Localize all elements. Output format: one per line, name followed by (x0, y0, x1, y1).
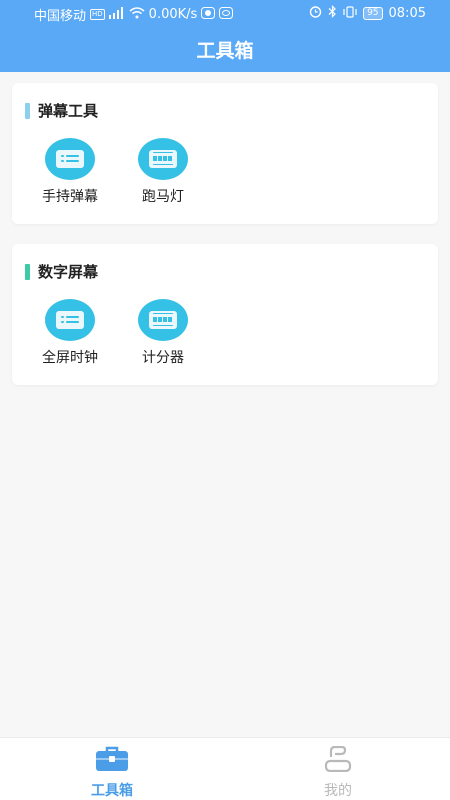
status-bar: 中国移动 HD 0.00K/s 95 08:05 (0, 0, 450, 26)
section-header: 弹幕工具 (25, 102, 99, 120)
battery-indicator: 95 (363, 7, 383, 20)
tool-label: 手持弹幕 (42, 189, 98, 205)
bottom-nav: 工具箱 我的 (0, 737, 450, 800)
tool-fullscreen-clock[interactable]: 全屏时钟 (30, 299, 110, 367)
profile-icon (321, 745, 355, 776)
alarm-icon (309, 5, 322, 22)
section-card-danmaku-tools: 弹幕工具 手持弹幕 跑马灯 (12, 83, 438, 224)
app-notification-icon (201, 6, 216, 23)
message-notification-icon (219, 6, 234, 23)
tool-scoreboard[interactable]: 计分器 (123, 299, 203, 367)
list-icon (45, 299, 95, 341)
clock: 08:05 (388, 6, 426, 21)
section-title: 弹幕工具 (38, 102, 99, 120)
bluetooth-icon (328, 5, 337, 22)
tool-handheld-danmaku[interactable]: 手持弹幕 (30, 138, 110, 206)
status-bar-right: 95 08:05 (309, 5, 426, 22)
tool-label: 计分器 (142, 350, 184, 366)
marquee-icon (138, 299, 188, 341)
section-title: 数字屏幕 (38, 263, 99, 281)
marquee-icon (138, 138, 188, 180)
carrier-name: 中国移动 (34, 9, 87, 24)
tool-label: 全屏时钟 (42, 350, 98, 366)
nav-tab-toolbox[interactable]: 工具箱 (67, 746, 157, 800)
nav-label: 我的 (324, 783, 352, 799)
vibrate-icon (343, 5, 357, 22)
tool-marquee[interactable]: 跑马灯 (123, 138, 203, 206)
hd-badge: HD (90, 9, 105, 20)
section-accent-bar (25, 102, 30, 119)
status-bar-left: 中国移动 HD 0.00K/s (34, 5, 234, 24)
tool-label: 跑马灯 (142, 189, 184, 205)
list-icon (45, 138, 95, 180)
page-title: 工具箱 (196, 40, 254, 62)
section-accent-bar (25, 263, 30, 280)
section-card-digital-screen: 数字屏幕 全屏时钟 计分器 (12, 244, 438, 385)
toolbox-icon (95, 746, 129, 776)
wifi-icon (129, 6, 145, 23)
nav-label: 工具箱 (91, 783, 133, 799)
section-header: 数字屏幕 (25, 263, 99, 281)
signal-icon (108, 6, 125, 23)
nav-tab-profile[interactable]: 我的 (293, 745, 383, 800)
top-app-bar: 中国移动 HD 0.00K/s 95 08:05 工具箱 (0, 0, 450, 72)
network-speed: 0.00K/s (148, 7, 198, 22)
